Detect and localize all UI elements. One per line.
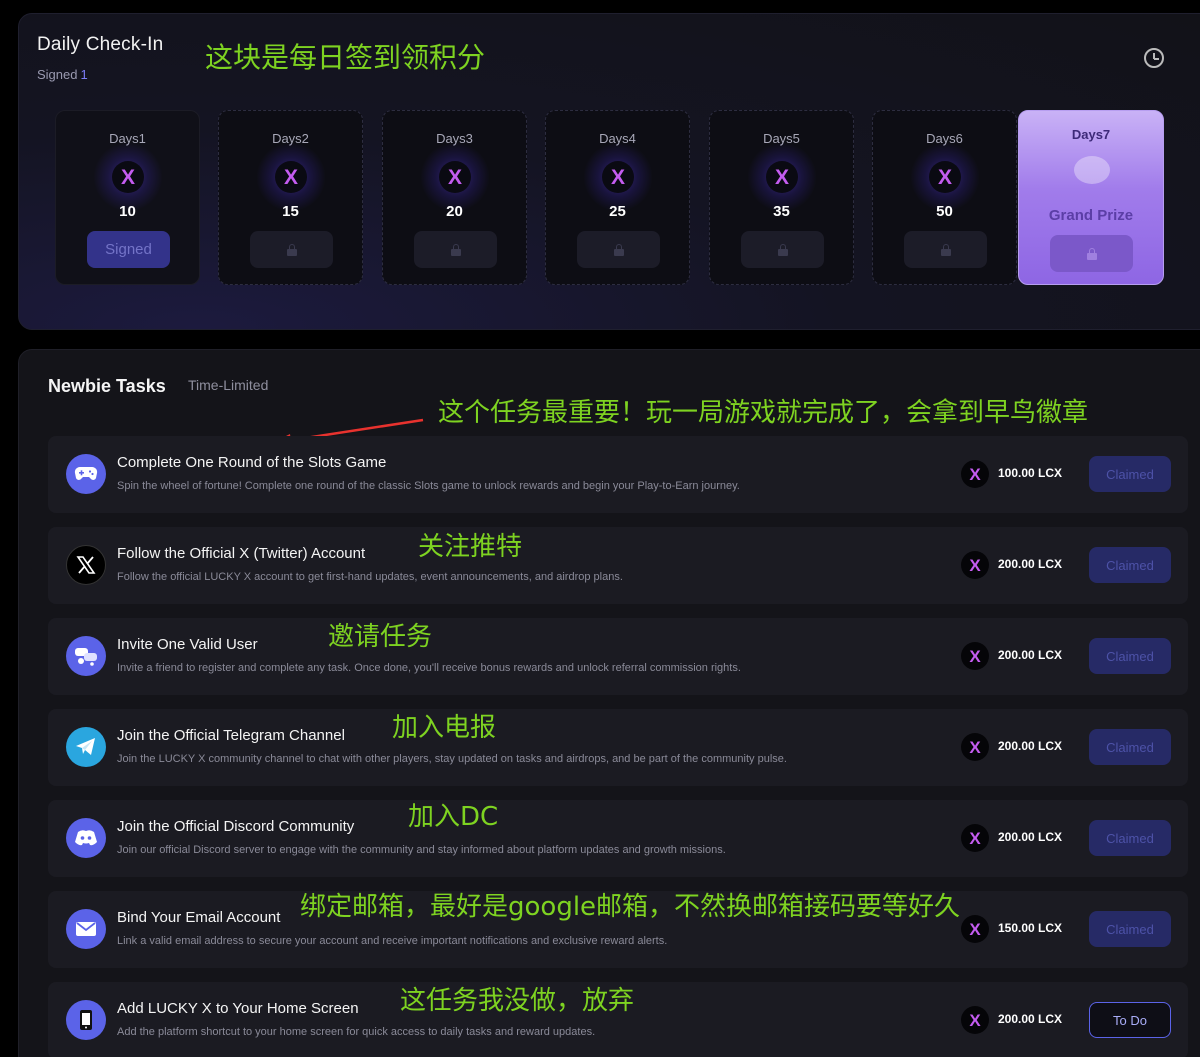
task-reward: 200.00 LCX: [998, 739, 1063, 753]
clock-icon[interactable]: [1144, 48, 1164, 68]
coin-icon: X: [275, 161, 307, 193]
annotation-twitter: 关注推特: [418, 532, 523, 562]
lock-icon: [777, 243, 788, 256]
day-card-6: Days6 X 50: [872, 110, 1017, 285]
annotation-invite: 邀请任务: [328, 622, 433, 652]
annotation-discord: 加入DC: [408, 802, 499, 832]
claimed-button[interactable]: Claimed: [1089, 820, 1171, 856]
lock-icon: [1086, 247, 1097, 260]
tasks-subtitle: Time-Limited: [188, 377, 269, 393]
task-title: Complete One Round of the Slots Game: [117, 454, 387, 471]
locked-button[interactable]: [904, 231, 987, 268]
checkin-title: Daily Check-In: [37, 34, 164, 55]
day-reward: 35: [773, 203, 790, 220]
task-row-twitter: Follow the Official X (Twitter) Account …: [48, 527, 1188, 604]
email-icon: [66, 909, 106, 949]
annotation-checkin: 这块是每日签到领积分: [205, 41, 486, 74]
locked-button[interactable]: [250, 231, 333, 268]
discord-icon: [66, 818, 106, 858]
locked-button[interactable]: [577, 231, 660, 268]
day-card-4: Days4 X 25: [545, 110, 690, 285]
coin-icon: X: [929, 161, 961, 193]
coin-icon: X: [961, 915, 989, 943]
locked-button[interactable]: [741, 231, 824, 268]
locked-button[interactable]: [414, 231, 497, 268]
task-description: Invite a friend to register and complete…: [117, 662, 741, 674]
claimed-button[interactable]: Claimed: [1089, 456, 1171, 492]
task-row-slots: Complete One Round of the Slots Game Spi…: [48, 436, 1188, 513]
lock-icon: [286, 243, 297, 256]
task-title: Add LUCKY X to Your Home Screen: [117, 1000, 359, 1017]
tasks-title: Newbie Tasks: [48, 376, 166, 396]
day-reward: 20: [446, 203, 463, 220]
task-reward: 150.00 LCX: [998, 921, 1063, 935]
annotation-telegram: 加入电报: [392, 713, 497, 743]
coin-icon: X: [961, 551, 989, 579]
day-reward: 10: [119, 203, 136, 220]
coin-icon: X: [961, 642, 989, 670]
task-row-discord: Join the Official Discord Community Join…: [48, 800, 1188, 877]
lock-icon: [613, 243, 624, 256]
phone-icon: [66, 1000, 106, 1040]
coin-icon: X: [961, 460, 989, 488]
day-label: Days7: [1071, 127, 1111, 142]
task-title: Join the Official Telegram Channel: [117, 727, 345, 744]
coin-icon: X: [439, 161, 471, 193]
task-reward: 200.00 LCX: [998, 648, 1063, 662]
task-title: Join the Official Discord Community: [117, 818, 355, 835]
checkin-signed-status: Signed 1: [37, 67, 88, 82]
claimed-button[interactable]: Claimed: [1089, 638, 1171, 674]
day-reward: 15: [282, 203, 299, 220]
telegram-icon: [66, 727, 106, 767]
task-description: Spin the wheel of fortune! Complete one …: [117, 480, 740, 492]
task-title: Bind Your Email Account: [117, 909, 281, 926]
day-reward: 25: [609, 203, 626, 220]
task-description: Add the platform shortcut to your home s…: [117, 1026, 596, 1038]
grand-prize-image: [1074, 156, 1110, 184]
task-description: Join our official Discord server to enga…: [117, 844, 726, 856]
coin-icon: X: [961, 1006, 989, 1034]
task-reward: 100.00 LCX: [998, 466, 1063, 480]
signed-label: Signed: [37, 67, 78, 82]
gamepad-icon: [66, 454, 106, 494]
coin-icon: X: [766, 161, 798, 193]
signed-button[interactable]: Signed: [87, 231, 170, 268]
coin-icon: X: [602, 161, 634, 193]
task-title: Follow the Official X (Twitter) Account: [117, 545, 366, 562]
task-reward: 200.00 LCX: [998, 1012, 1063, 1026]
task-reward: 200.00 LCX: [998, 557, 1063, 571]
task-reward: 200.00 LCX: [998, 830, 1063, 844]
task-title: Invite One Valid User: [117, 636, 258, 653]
task-description: Join the LUCKY X community channel to ch…: [117, 753, 787, 765]
day-card-2: Days2 X 15: [218, 110, 363, 285]
lock-icon: [940, 243, 951, 256]
task-description: Follow the official LUCKY X account to g…: [117, 571, 623, 583]
task-row-invite: Invite One Valid User Invite a friend to…: [48, 618, 1188, 695]
day-card-7-grand-prize: Days7 Grand Prize: [1018, 110, 1164, 285]
coin-icon: X: [112, 161, 144, 193]
coin-icon: X: [961, 824, 989, 852]
claimed-button[interactable]: Claimed: [1089, 729, 1171, 765]
annotation-home-screen: 这任务我没做，放弃: [400, 986, 635, 1016]
signed-count: 1: [80, 67, 88, 82]
grand-prize-title: Grand Prize: [1048, 207, 1134, 224]
day-card-5: Days5 X 35: [709, 110, 854, 285]
claimed-button[interactable]: Claimed: [1089, 911, 1171, 947]
locked-button[interactable]: [1050, 235, 1133, 272]
lock-icon: [450, 243, 461, 256]
todo-button[interactable]: To Do: [1089, 1002, 1171, 1038]
task-row-telegram: Join the Official Telegram Channel Join …: [48, 709, 1188, 786]
coin-icon: X: [961, 733, 989, 761]
annotation-slots-task: 这个任务最重要！玩一局游戏就完成了，会拿到早鸟徽章: [438, 398, 1089, 428]
day-card-3: Days3 X 20: [382, 110, 527, 285]
invite-icon: [66, 636, 106, 676]
claimed-button[interactable]: Claimed: [1089, 547, 1171, 583]
day-reward: 50: [936, 203, 953, 220]
task-description: Link a valid email address to secure you…: [117, 935, 668, 947]
day-card-1: Days1 X 10 Signed: [55, 110, 200, 285]
annotation-email: 绑定邮箱，最好是google邮箱，不然换邮箱接码要等好久: [300, 892, 961, 922]
x-logo-icon: [66, 545, 106, 585]
